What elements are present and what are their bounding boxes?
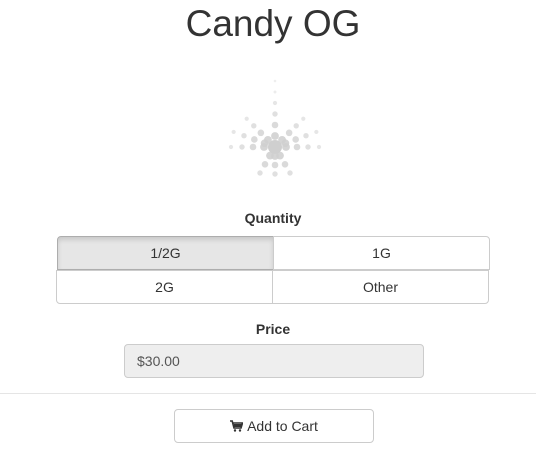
add-to-cart-button[interactable]: Add to Cart xyxy=(174,409,374,443)
quantity-option-half-gram[interactable]: 1/2G xyxy=(57,236,274,270)
divider xyxy=(0,393,536,394)
add-to-cart-label: Add to Cart xyxy=(247,418,318,434)
cannabis-leaf-icon xyxy=(225,74,325,178)
price-field: $30.00 xyxy=(124,344,424,378)
product-title: Candy OG xyxy=(185,3,361,44)
quantity-option-other[interactable]: Other xyxy=(272,270,489,304)
quantity-option-2g[interactable]: 2G xyxy=(56,270,273,304)
product-page: Candy OG Quantity 1/2G 1G 2G Other Price… xyxy=(0,0,536,451)
quantity-label: Quantity xyxy=(244,210,302,226)
price-label: Price xyxy=(255,321,291,337)
price-value: $30.00 xyxy=(137,353,180,369)
quantity-option-1g[interactable]: 1G xyxy=(273,236,490,270)
shopping-cart-icon xyxy=(230,420,244,432)
